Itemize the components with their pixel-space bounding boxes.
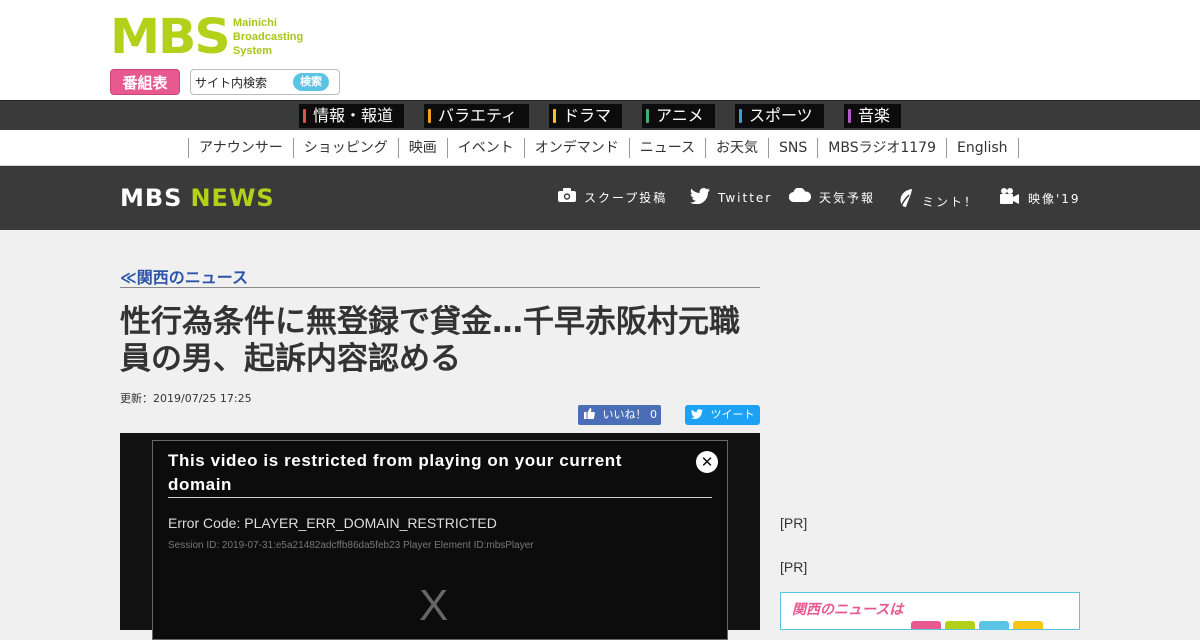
pr-label: [PR] [780,559,808,575]
genre-news[interactable]: 情報・報道 [299,104,404,128]
subnav-item-event[interactable]: イベント [446,138,524,158]
genre-color-bar [739,109,742,123]
genre-color-bar [646,109,649,123]
genre-drama[interactable]: ドラマ [549,104,622,128]
sub-nav-list: アナウンサー ショッピング 映画 イベント オンデマンド ニュース お天気 SN… [188,138,1019,158]
breadcrumb-divider [120,287,760,288]
subnav-item-shopping[interactable]: ショッピング [292,138,398,158]
genre-color-bar [848,109,851,123]
mbs-logo[interactable]: MBS Mainichi Broadcasting System [110,9,303,65]
mint-link[interactable]: ミント！ [898,188,978,214]
search-input[interactable] [195,73,291,91]
eizou-label: 映像'19 [1028,191,1081,206]
error-title: This video is restricted from playing on… [168,451,623,494]
genre-color-bar [303,109,306,123]
subnav-item-news[interactable]: ニュース [628,138,705,158]
site-header: MBS Mainichi Broadcasting System 番組表 検索 [0,0,1200,100]
genre-nav: 情報・報道 バラエティ ドラマ アニメ スポーツ 音楽 [0,100,1200,130]
cloud-icon [788,187,812,206]
scoop-label: スクープ投稿 [584,190,668,205]
error-dialog: This video is restricted from playing on… [152,440,728,640]
error-divider [168,497,712,498]
twitter-label: Twitter [718,191,773,205]
site-search: 検索 [190,69,340,95]
genre-sports[interactable]: スポーツ [735,104,824,128]
genre-variety[interactable]: バラエティ [424,104,529,128]
banner-text: 関西のニュースは [792,602,904,618]
banner-graphic [911,621,1043,629]
genre-color-bar [428,109,431,123]
twitter-link[interactable]: Twitter [690,188,772,208]
subnav-item-sns[interactable]: SNS [768,138,817,158]
breadcrumb-kansai-news[interactable]: ≪関西のニュース [120,264,248,288]
session-id: Session ID: 2019-07-31:e5a21482adcffb86d… [168,540,534,551]
article-title: 性行為条件に無登録で貸金…千早赤阪村元職員の男、起訴内容認める [120,304,740,377]
schedule-button[interactable]: 番組表 [110,69,180,95]
kansai-news-banner[interactable]: 関西のニュースは [780,592,1080,630]
leaf-icon [898,188,914,214]
facebook-like-button[interactable]: いいね！ 0 [578,405,661,425]
genre-label: バラエティ [438,106,518,125]
news-header: MBS NEWS スクープ投稿 Twitter 天気予報 ミント！ 映像'19 [0,166,1200,230]
genre-label: 音楽 [858,106,891,125]
video-player[interactable]: This video is restricted from playing on… [120,433,760,640]
genre-color-bar [553,109,556,123]
news-logo-mbs: MBS [120,184,183,212]
eizou-link[interactable]: 映像'19 [1000,188,1081,208]
subnav-item-announcer[interactable]: アナウンサー [188,138,293,158]
genre-music[interactable]: 音楽 [844,104,901,128]
camera-icon [558,188,576,206]
genre-label: スポーツ [749,106,813,125]
logo-mark: MBS [110,9,231,65]
placeholder-x-icon: X [419,581,449,630]
subnav-item-radio[interactable]: MBSラジオ1179 [817,138,946,158]
error-code: Error Code: PLAYER_ERR_DOMAIN_RESTRICTED [168,515,497,531]
twitter-bird-icon [690,188,710,208]
sub-nav: アナウンサー ショッピング 映画 イベント オンデマンド ニュース お天気 SN… [0,130,1200,166]
video-camera-icon [1000,188,1020,208]
subnav-item-movie[interactable]: 映画 [397,138,447,158]
mint-label: ミント！ [922,194,979,209]
genre-label: アニメ [656,106,704,125]
logo-sub-line: Broadcasting [232,31,304,43]
search-button[interactable]: 検索 [293,73,329,91]
genre-label: ドラマ [563,106,612,125]
logo-subtitle: Mainichi Broadcasting System [233,16,303,58]
pr-label: [PR] [780,515,808,531]
weather-link[interactable]: 天気予報 [788,187,876,206]
scoop-link[interactable]: スクープ投稿 [558,188,667,206]
logo-sub-line: System [232,45,273,57]
logo-sub-line: Mainichi [232,17,277,29]
thumbs-up-icon [584,408,603,421]
tweet-label: ツイート [710,408,755,421]
genre-label: 情報・報道 [313,106,394,125]
close-icon[interactable]: ✕ [696,451,718,473]
updated-timestamp: 更新：2019/07/25 17:25 [120,392,252,405]
weather-label: 天気予報 [819,190,876,205]
subnav-item-weather[interactable]: お天気 [705,138,768,158]
news-logo-news: NEWS [190,184,275,212]
subnav-item-ondemand[interactable]: オンデマンド [523,138,629,158]
subnav-item-english[interactable]: English [945,138,1019,158]
tweet-button[interactable]: ツイート [685,405,760,425]
genre-anime[interactable]: アニメ [642,104,715,128]
twitter-bird-icon [691,408,711,421]
like-label: いいね！ 0 [602,408,658,421]
mbs-news-logo[interactable]: MBS NEWS [120,185,275,211]
